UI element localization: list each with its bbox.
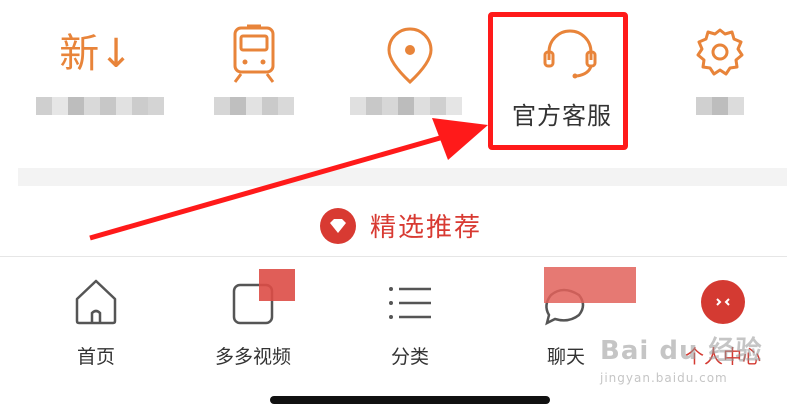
nav-item-home[interactable]: 首页 bbox=[36, 271, 156, 368]
watermark-url: jingyan.baidu.com bbox=[600, 371, 728, 385]
nav-item-category[interactable]: 分类 bbox=[350, 271, 470, 368]
nav-label-video: 多多视频 bbox=[214, 346, 291, 368]
notification-badge bbox=[544, 267, 636, 303]
nav-label-category: 分类 bbox=[390, 346, 429, 368]
home-icon bbox=[75, 279, 117, 325]
watermark-brand: Bai du 经验 bbox=[600, 336, 763, 366]
watermark: Bai du 经验 jingyan.baidu.com bbox=[600, 330, 763, 385]
home-indicator bbox=[270, 396, 550, 404]
list-icon bbox=[389, 287, 431, 319]
nav-item-video[interactable]: 多多视频 bbox=[193, 269, 313, 368]
profile-badge-icon bbox=[701, 280, 745, 324]
nav-label-home: 首页 bbox=[76, 346, 115, 368]
notification-badge bbox=[259, 269, 295, 301]
